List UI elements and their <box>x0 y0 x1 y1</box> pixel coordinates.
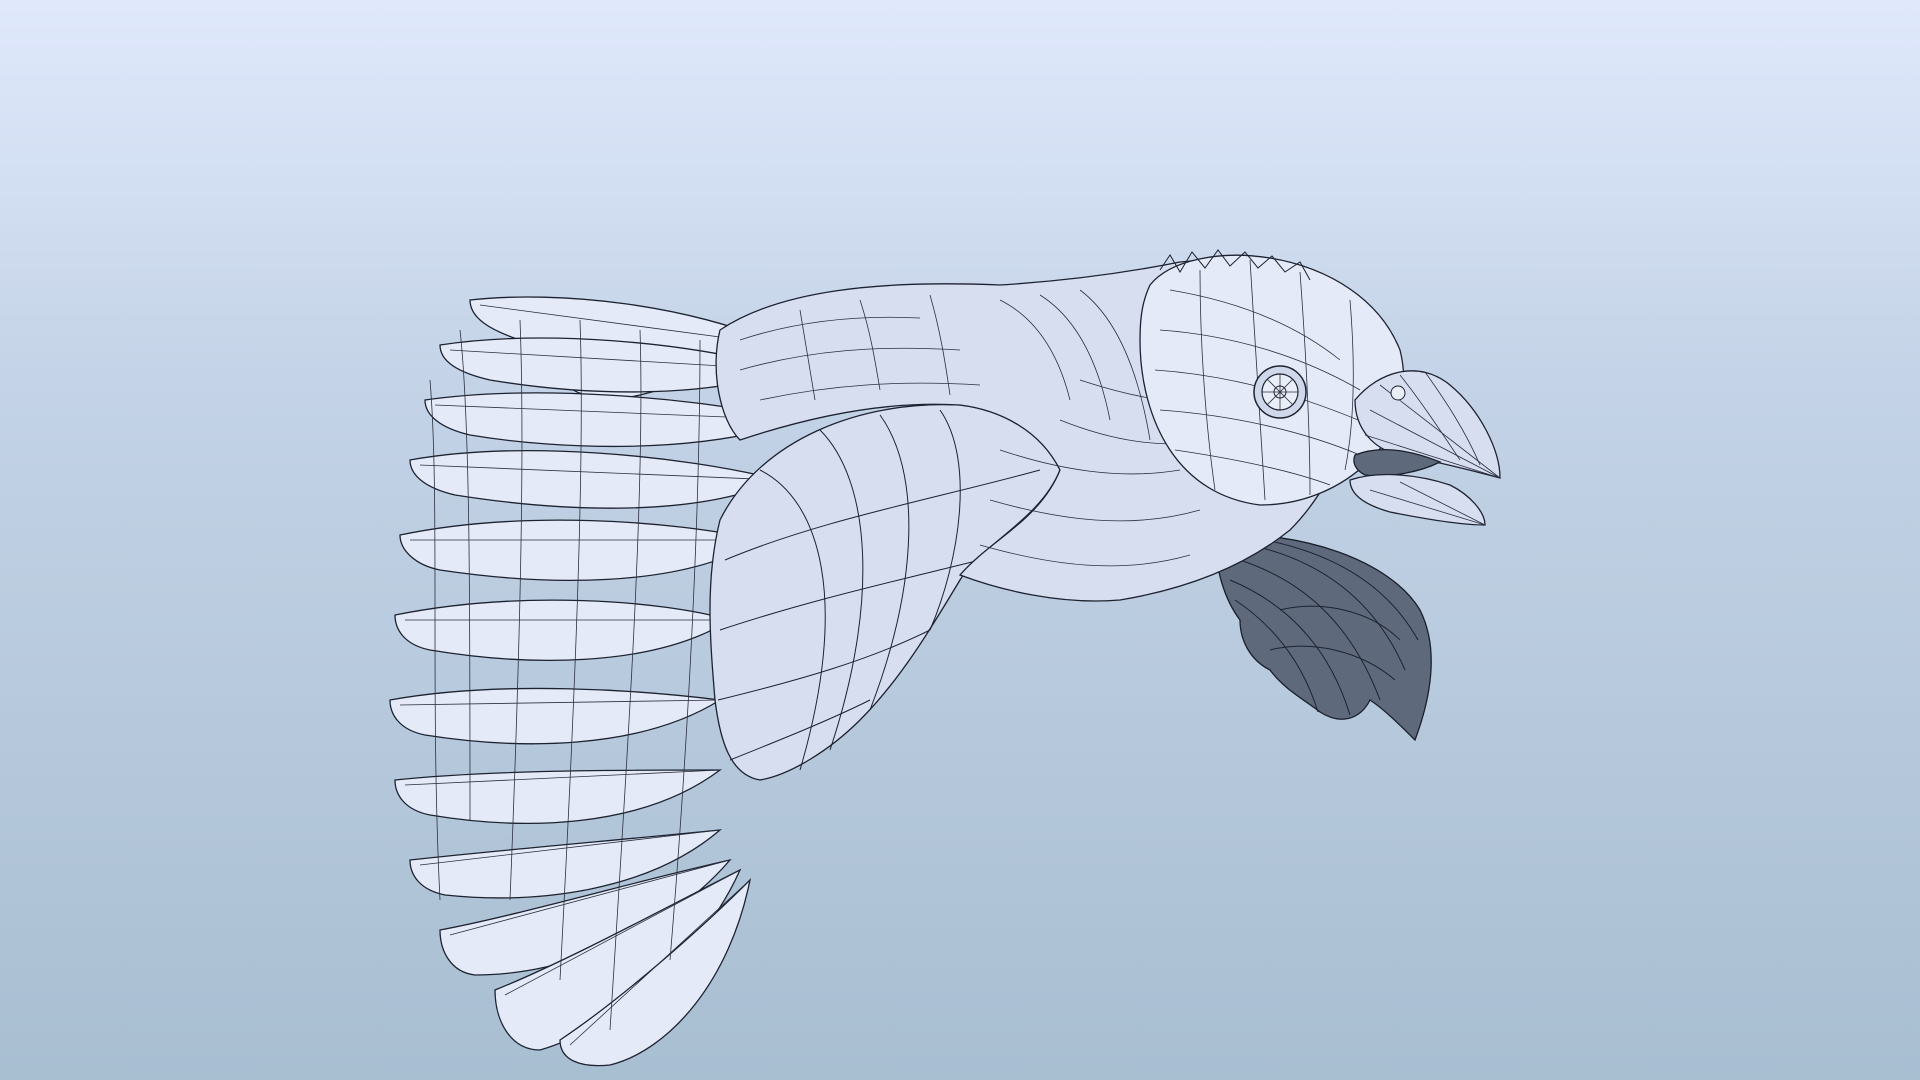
3d-viewport[interactable] <box>0 0 1920 1080</box>
far-wing <box>1214 533 1432 742</box>
eye <box>1253 365 1307 419</box>
wing-arm <box>709 403 1061 781</box>
bird-model[interactable] <box>0 0 1920 1080</box>
